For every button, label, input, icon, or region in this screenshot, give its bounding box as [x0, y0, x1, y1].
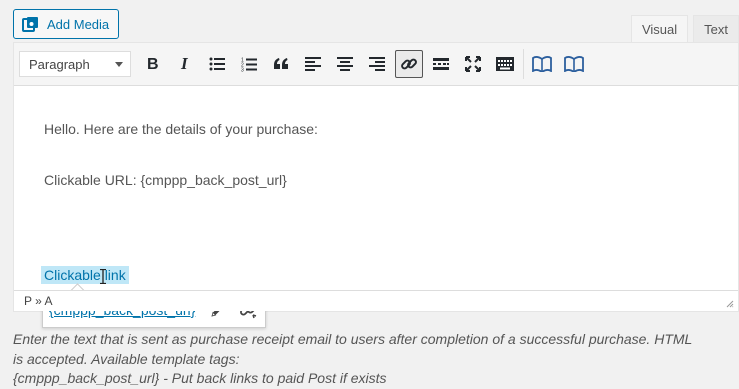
- numbered-list-icon: 1 2 3: [241, 57, 257, 72]
- chevron-down-icon: [115, 62, 123, 67]
- book-button-1[interactable]: [528, 50, 556, 78]
- link-button[interactable]: [395, 50, 423, 78]
- editor-statusbar: P » A: [14, 290, 738, 311]
- media-icon: [22, 16, 39, 33]
- editor-tabs: Visual Text: [630, 15, 739, 43]
- add-media-button[interactable]: Add Media: [13, 9, 119, 39]
- align-right-icon: [369, 57, 385, 71]
- bold-button[interactable]: B: [139, 50, 167, 78]
- editor: Paragraph B I 1 2 3 Hello. Here are the …: [13, 42, 739, 328]
- element-path[interactable]: P » A: [24, 294, 52, 308]
- description-line-3: {cmppp_back_post_url} - Put back links t…: [13, 370, 387, 386]
- link-icon: [401, 58, 417, 70]
- bold-icon: B: [147, 56, 159, 72]
- editor-toolbar: Paragraph B I 1 2 3: [14, 43, 738, 86]
- toolbar-divider: [523, 49, 524, 79]
- book-button-2[interactable]: [560, 50, 588, 78]
- fullscreen-button[interactable]: [459, 50, 487, 78]
- toolbar-toggle-button[interactable]: [491, 50, 519, 78]
- resize-handle-icon[interactable]: [726, 300, 734, 308]
- align-left-button[interactable]: [299, 50, 327, 78]
- description-line-2: is accepted. Available template tags:: [13, 350, 240, 367]
- book-icon: [564, 56, 584, 72]
- numbered-list-button[interactable]: 1 2 3: [235, 50, 263, 78]
- fullscreen-icon: [465, 56, 481, 72]
- content-line-url: Clickable URL: {cmppp_back_post_url}: [44, 172, 287, 188]
- align-right-button[interactable]: [363, 50, 391, 78]
- toolbar-toggle-icon: [496, 57, 514, 71]
- book-icon: [532, 56, 552, 72]
- add-media-label: Add Media: [47, 16, 110, 32]
- field-description: Enter the text that is sent as purchase …: [13, 330, 733, 389]
- editor-content[interactable]: Hello. Here are the details of your purc…: [14, 86, 738, 328]
- align-center-icon: [337, 57, 353, 71]
- tab-text[interactable]: Text: [693, 15, 739, 43]
- read-more-button[interactable]: [427, 50, 455, 78]
- description-line-1: Enter the text that is sent as purchase …: [13, 331, 693, 347]
- read-more-icon: [433, 58, 449, 70]
- content-line-greeting: Hello. Here are the details of your purc…: [44, 121, 318, 137]
- svg-text:B: B: [147, 56, 159, 72]
- svg-text:I: I: [180, 56, 189, 72]
- text-cursor-icon: [100, 269, 106, 284]
- bullet-list-icon: [209, 57, 225, 71]
- svg-text:3: 3: [241, 67, 244, 72]
- align-center-button[interactable]: [331, 50, 359, 78]
- format-select[interactable]: Paragraph: [19, 51, 131, 77]
- tab-visual[interactable]: Visual: [630, 15, 689, 43]
- blockquote-icon: [274, 58, 288, 69]
- align-left-icon: [305, 57, 321, 71]
- format-select-value: Paragraph: [29, 56, 90, 72]
- bullet-list-button[interactable]: [203, 50, 231, 78]
- blockquote-button[interactable]: [267, 50, 295, 78]
- italic-icon: I: [180, 56, 189, 72]
- selected-link[interactable]: Clickable link: [41, 266, 129, 284]
- italic-button[interactable]: I: [171, 50, 199, 78]
